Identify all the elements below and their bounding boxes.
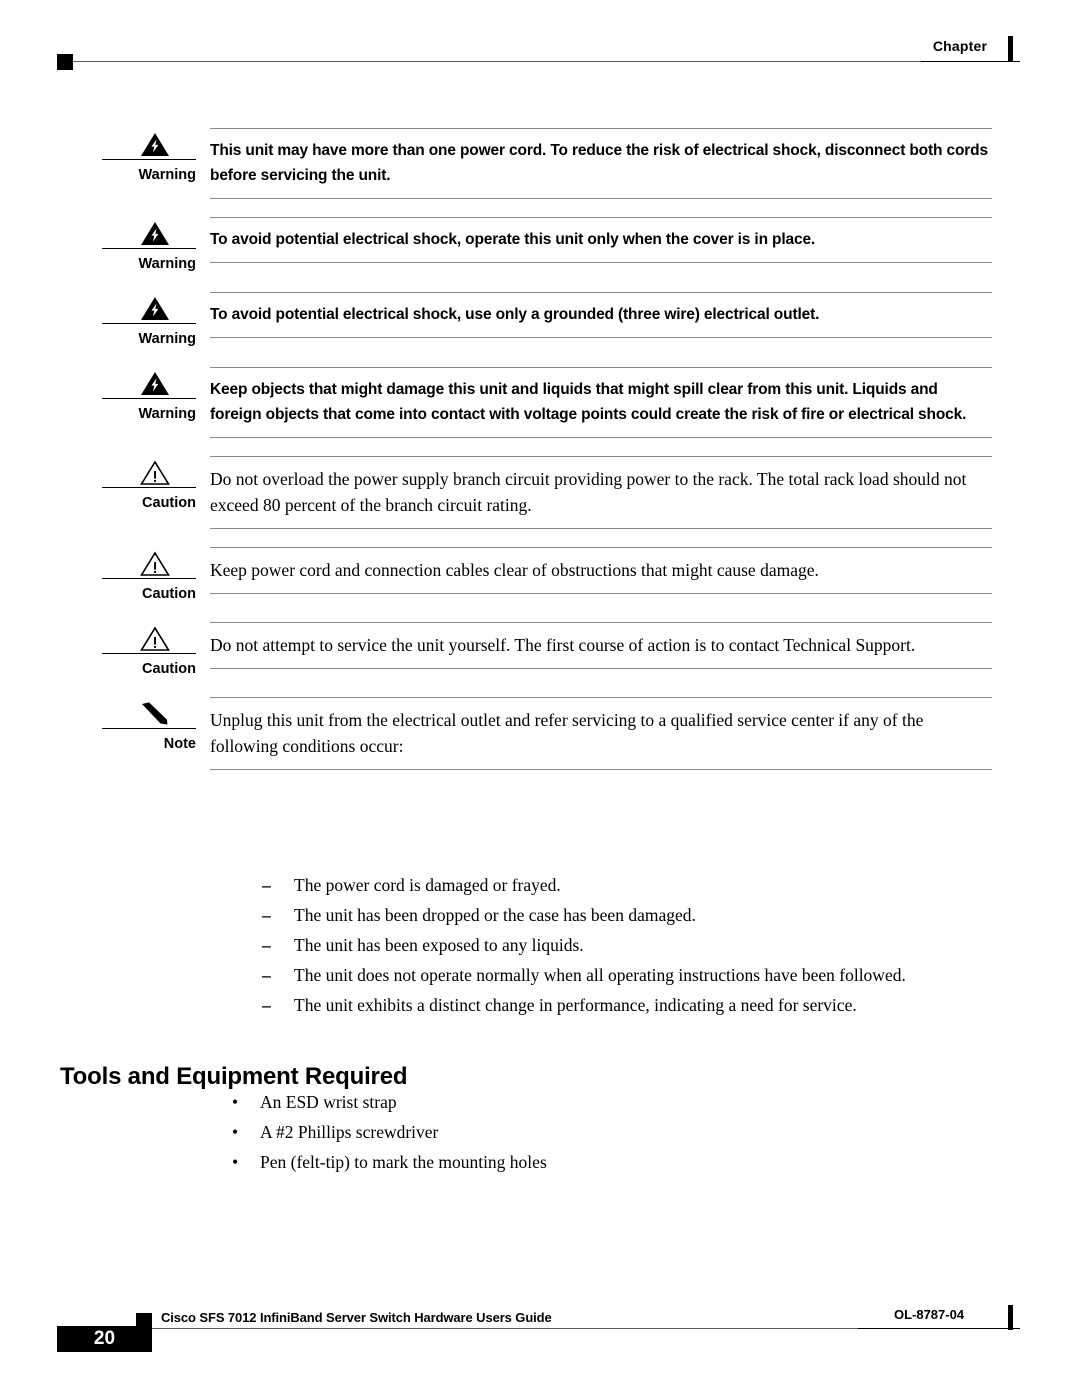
note-pencil-icon xyxy=(60,697,196,728)
admonition-text: Unplug this unit from the electrical out… xyxy=(210,710,924,756)
admonition-body-framed: Keep power cord and connection cables cl… xyxy=(210,547,992,594)
footer-document-id: OL-8787-04 xyxy=(893,1307,965,1322)
warning-lightning-triangle-icon xyxy=(60,367,196,398)
header-chapter-label: Chapter xyxy=(932,38,988,54)
caution-exclamation-triangle-icon xyxy=(60,622,196,653)
list-item: • Pen (felt-tip) to mark the mounting hol… xyxy=(232,1147,972,1177)
admonition-label: Caution xyxy=(142,495,196,511)
admonition-body: Do not overload the power supply branch … xyxy=(210,456,992,529)
admonition-body: Unplug this unit from the electrical out… xyxy=(210,697,992,770)
admonition-list: Warning This unit may have more than one … xyxy=(60,128,1020,788)
admonition-body: This unit may have more than one power c… xyxy=(210,128,992,199)
admonition-caution: Caution Do not overload the power supply … xyxy=(60,456,992,529)
admonition-label-column: Warning xyxy=(60,367,210,424)
admonition-text: To avoid potential electrical shock, use… xyxy=(210,306,820,323)
admonition-body: To avoid potential electrical shock, use… xyxy=(210,292,992,338)
admonition-label-column: Caution xyxy=(60,547,210,604)
admonition-label-column: Caution xyxy=(60,622,210,679)
admonition-label-column: Warning xyxy=(60,128,210,185)
conditions-list: – The power cord is damaged or frayed. – Th… xyxy=(262,870,1002,1020)
admonition-label: Warning xyxy=(138,256,196,272)
list-item: – The unit exhibits a distinct change in … xyxy=(262,990,1002,1020)
caution-exclamation-triangle-icon xyxy=(60,547,196,578)
dash-marker-icon: – xyxy=(262,875,271,895)
footer-document-title: Cisco SFS 7012 InfiniBand Server Switch … xyxy=(161,1310,552,1325)
list-item: – The unit has been dropped or the case h… xyxy=(262,900,1002,930)
admonition-body-framed: To avoid potential electrical shock, ope… xyxy=(210,217,992,263)
admonition-body-framed: Unplug this unit from the electrical out… xyxy=(210,697,992,770)
admonition-body-framed: To avoid potential electrical shock, use… xyxy=(210,292,992,338)
list-item: – The unit does not operate normally when… xyxy=(262,960,1002,990)
admonition-caution: Caution Keep power cord and connection ca… xyxy=(60,547,992,604)
admonition-text: To avoid potential electrical shock, ope… xyxy=(210,231,816,248)
warning-lightning-triangle-icon xyxy=(60,128,196,159)
admonition-label: Warning xyxy=(138,331,196,347)
admonition-note: Note Unplug this unit from the electrical… xyxy=(60,697,992,770)
admonition-body: To avoid potential electrical shock, ope… xyxy=(210,217,992,263)
admonition-warning: Warning To avoid potential electrical sho… xyxy=(60,217,992,274)
header-square-marker-icon xyxy=(57,54,73,70)
admonition-label: Caution xyxy=(142,661,196,677)
list-item-label: Pen (felt-tip) to mark the mounting hole… xyxy=(260,1152,547,1172)
admonition-body: Keep power cord and connection cables cl… xyxy=(210,547,992,594)
list-item: – The unit has been exposed to any liquid… xyxy=(262,930,1002,960)
list-item-label: An ESD wrist strap xyxy=(260,1092,397,1112)
admonition-body: Do not attempt to service the unit yours… xyxy=(210,622,992,669)
admonition-label: Note xyxy=(163,736,196,752)
bullet-marker-icon: • xyxy=(232,1122,239,1142)
warning-lightning-triangle-icon xyxy=(60,292,196,323)
footer-edge-bar xyxy=(1008,1305,1013,1330)
dash-marker-icon: – xyxy=(262,995,271,1015)
admonition-caution: Caution Do not attempt to service the uni… xyxy=(60,622,992,679)
admonition-label: Warning xyxy=(138,406,196,422)
dash-marker-icon: – xyxy=(262,965,271,985)
admonition-text: This unit may have more than one power c… xyxy=(210,142,988,184)
admonition-text: Keep power cord and connection cables cl… xyxy=(210,560,819,580)
header-rule xyxy=(73,61,921,62)
admonition-body-framed: Do not overload the power supply branch … xyxy=(210,456,992,529)
admonition-warning: Warning To avoid potential electrical sho… xyxy=(60,292,992,349)
admonition-label-column: Note xyxy=(60,697,210,754)
admonition-body: Keep objects that might damage this unit… xyxy=(210,367,992,438)
list-item-label: A #2 Phillips screwdriver xyxy=(260,1122,439,1142)
admonition-text: Keep objects that might damage this unit… xyxy=(210,381,967,423)
admonition-body-framed: Keep objects that might damage this unit… xyxy=(210,367,992,438)
footer-rule xyxy=(152,1328,858,1329)
page-header: Chapter xyxy=(0,0,1080,90)
admonition-warning: Warning This unit may have more than one … xyxy=(60,128,992,199)
list-item-label: The power cord is damaged or frayed. xyxy=(294,875,561,895)
list-item: – The power cord is damaged or frayed. xyxy=(262,870,1002,900)
admonition-body-framed: Do not attempt to service the unit yours… xyxy=(210,622,992,669)
dash-marker-icon: – xyxy=(262,935,271,955)
admonition-body-framed: This unit may have more than one power c… xyxy=(210,128,992,199)
admonition-text: Do not attempt to service the unit yours… xyxy=(210,635,916,655)
admonition-warning: Warning Keep objects that might damage th… xyxy=(60,367,992,438)
list-item-label: The unit has been exposed to any liquids… xyxy=(294,935,584,955)
list-item-label: The unit has been dropped or the case ha… xyxy=(294,905,696,925)
list-item: • A #2 Phillips screwdriver xyxy=(232,1117,972,1147)
footer-rule-right xyxy=(858,1328,1020,1329)
bullet-marker-icon: • xyxy=(232,1092,239,1112)
tools-bullet-list: • An ESD wrist strap • A #2 Phillips screwd… xyxy=(232,1087,972,1177)
list-item-label: The unit exhibits a distinct change in p… xyxy=(294,995,857,1015)
admonition-label-column: Caution xyxy=(60,456,210,513)
header-rule-right xyxy=(921,61,1020,62)
admonition-text: Do not overload the power supply branch … xyxy=(210,469,967,515)
dash-marker-icon: – xyxy=(262,905,271,925)
list-item-label: The unit does not operate normally when … xyxy=(294,965,906,985)
warning-lightning-triangle-icon xyxy=(60,217,196,248)
admonition-label-column: Warning xyxy=(60,217,210,274)
header-edge-bar xyxy=(1008,36,1013,61)
bullet-marker-icon: • xyxy=(232,1152,239,1172)
footer-page-number: 20 xyxy=(93,1328,116,1349)
list-item: • An ESD wrist strap xyxy=(232,1087,972,1117)
caution-exclamation-triangle-icon xyxy=(60,456,196,487)
admonition-label: Caution xyxy=(142,586,196,602)
admonition-label-column: Warning xyxy=(60,292,210,349)
admonition-label: Warning xyxy=(138,167,196,183)
